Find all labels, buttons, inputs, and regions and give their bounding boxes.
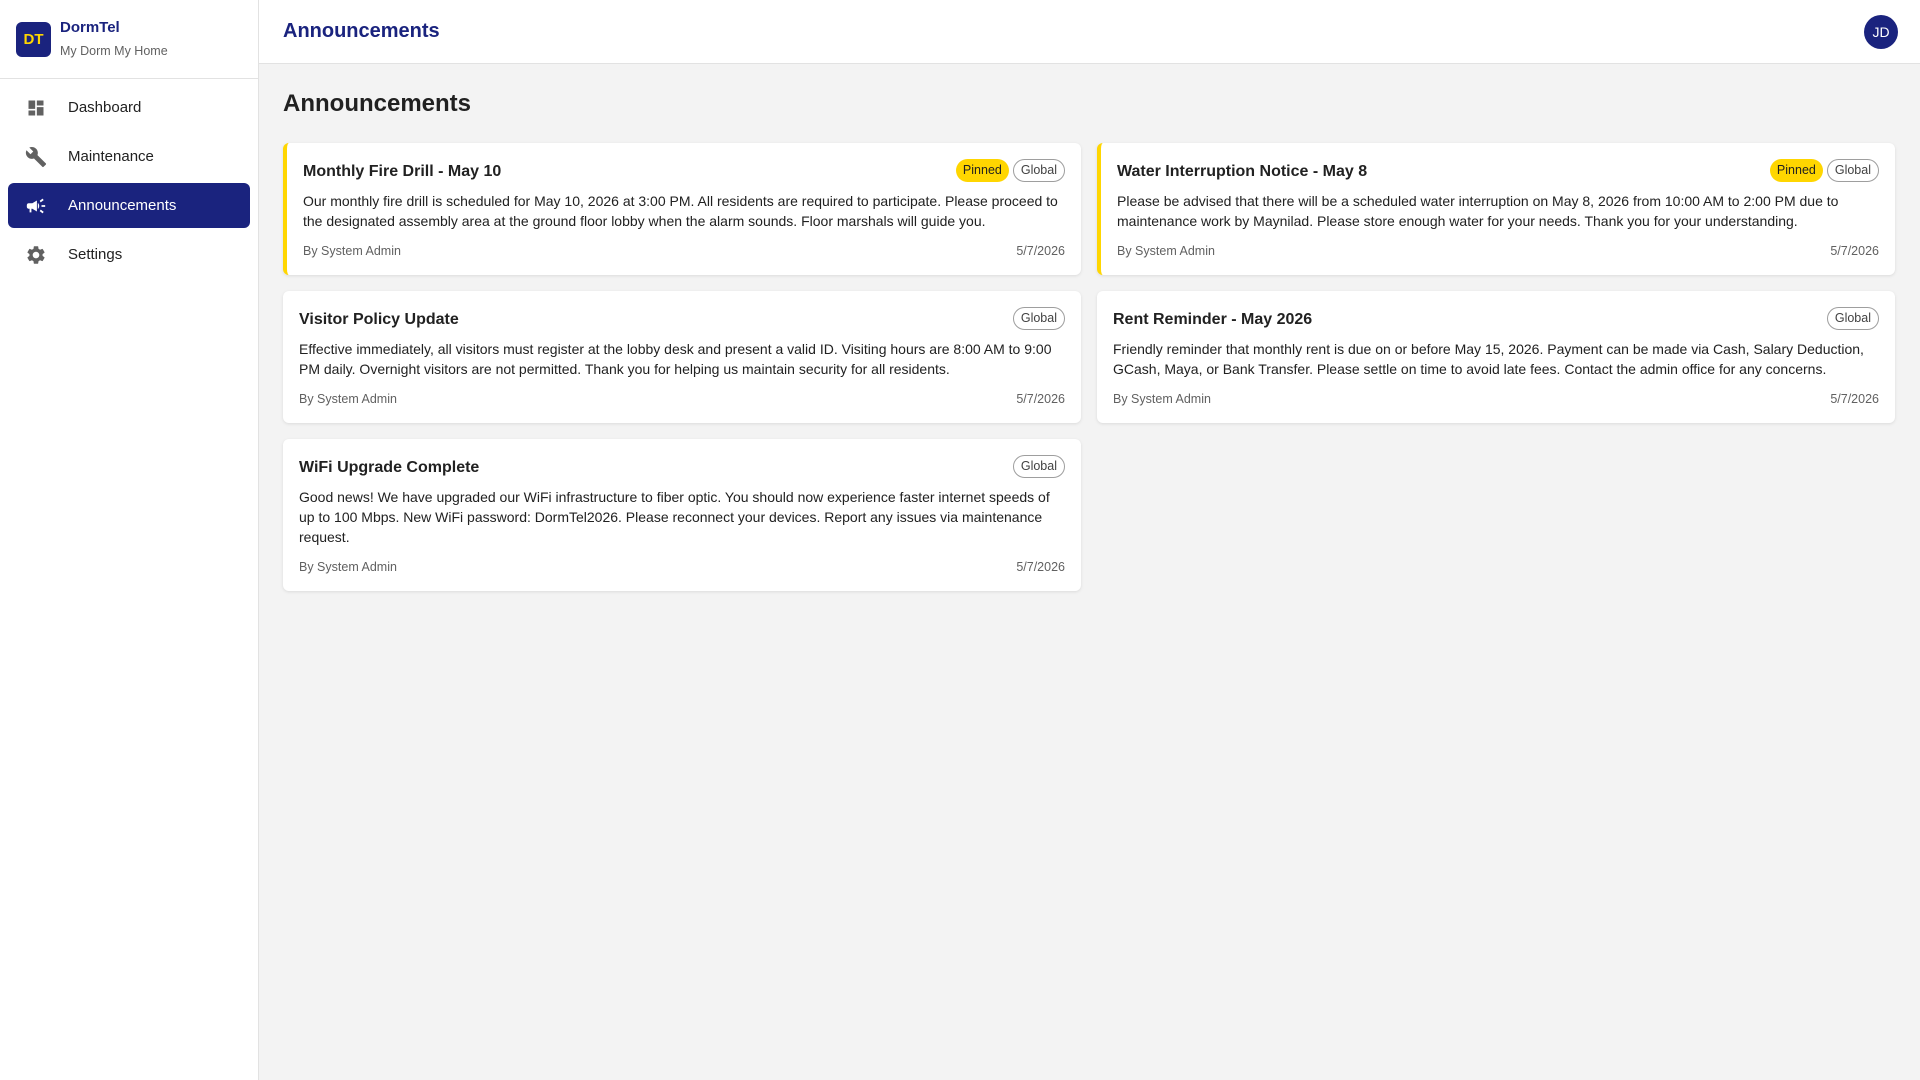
pinned-badge: Pinned (955, 159, 1009, 182)
brand: DT DormTel My Dorm My Home (0, 0, 258, 79)
announcement-title: Rent Reminder - May 2026 (1113, 311, 1313, 328)
card-footer: By System Admin 5/7/2026 (299, 559, 1065, 575)
badge-group: Global (1826, 307, 1879, 330)
scope-badge: Global (1012, 159, 1065, 182)
announcement-body: Our monthly fire drill is scheduled for … (303, 193, 1058, 229)
topbar: Announcements JD (259, 0, 1920, 64)
page-title: Announcements (283, 90, 472, 117)
card-footer: By System Admin 5/7/2026 (299, 391, 1065, 407)
announcement-date: 5/7/2026 (1016, 392, 1065, 406)
announcement-title: Monthly Fire Drill - May 10 (303, 163, 502, 180)
announcement-title: Water Interruption Notice - May 8 (1117, 163, 1368, 180)
announcement-body: Please be advised that there will be a s… (1117, 193, 1839, 229)
scope-badge: Global (1826, 159, 1879, 182)
dashboard-icon (25, 97, 47, 119)
card-footer: By System Admin 5/7/2026 (1113, 391, 1879, 407)
announcement-card[interactable]: Rent Reminder - May 2026 Global Friendly… (1097, 291, 1895, 423)
announcement-grid: Monthly Fire Drill - May 10 Pinned Globa… (283, 143, 1896, 591)
card-header: Rent Reminder - May 2026 Global (1113, 307, 1879, 331)
announcement-card[interactable]: Water Interruption Notice - May 8 Pinned… (1097, 143, 1895, 275)
content: Announcements Monthly Fire Drill - May 1… (259, 64, 1920, 617)
badge-group: Pinned Global (955, 159, 1065, 182)
card-header: Monthly Fire Drill - May 10 Pinned Globa… (303, 159, 1065, 183)
gear-icon (25, 244, 47, 266)
sidebar-item-label: Settings (68, 246, 123, 263)
announcement-author: By System Admin (299, 392, 397, 406)
main-area: Announcements JD Announcements Monthly F… (259, 0, 1920, 1080)
scope-badge: Global (1826, 307, 1879, 330)
announcement-column-left: Monthly Fire Drill - May 10 Pinned Globa… (283, 143, 1081, 591)
sidebar-item-dashboard[interactable]: Dashboard (8, 85, 250, 130)
sidebar-item-label: Maintenance (68, 148, 154, 165)
announcement-author: By System Admin (303, 244, 401, 258)
brand-logo: DT (16, 21, 51, 57)
wrench-icon (25, 146, 47, 168)
announcement-card[interactable]: Monthly Fire Drill - May 10 Pinned Globa… (283, 143, 1081, 275)
announcement-body: Effective immediately, all visitors must… (299, 341, 1052, 377)
sidebar-item-label: Announcements (68, 197, 177, 214)
sidebar-item-maintenance[interactable]: Maintenance (8, 134, 250, 179)
announcement-body: Friendly reminder that monthly rent is d… (1113, 341, 1864, 377)
brand-text: DormTel My Dorm My Home (60, 18, 168, 60)
badge-group: Global (1012, 307, 1065, 330)
card-footer: By System Admin 5/7/2026 (1117, 243, 1879, 259)
sidebar-item-label: Dashboard (68, 99, 142, 116)
sidebar-item-announcements[interactable]: Announcements (8, 183, 250, 228)
announcement-card[interactable]: Visitor Policy Update Global Effective i… (283, 291, 1081, 423)
megaphone-icon (25, 195, 47, 217)
card-header: Water Interruption Notice - May 8 Pinned… (1117, 159, 1879, 183)
pinned-badge: Pinned (1769, 159, 1823, 182)
announcement-author: By System Admin (299, 560, 397, 574)
announcement-card[interactable]: WiFi Upgrade Complete Global Good news! … (283, 439, 1081, 591)
sidebar-nav: Dashboard Maintenance Announcements Sett… (0, 79, 258, 287)
card-header: Visitor Policy Update Global (299, 307, 1065, 331)
topbar-title: Announcements (283, 20, 440, 42)
sidebar-item-settings[interactable]: Settings (8, 232, 250, 277)
announcement-column-right: Water Interruption Notice - May 8 Pinned… (1097, 143, 1895, 423)
announcement-date: 5/7/2026 (1016, 560, 1065, 574)
brand-name: DormTel (60, 19, 120, 36)
announcement-date: 5/7/2026 (1830, 392, 1879, 406)
scope-badge: Global (1012, 455, 1065, 478)
announcement-author: By System Admin (1117, 244, 1215, 258)
announcement-author: By System Admin (1113, 392, 1211, 406)
scope-badge: Global (1012, 307, 1065, 330)
announcement-title: WiFi Upgrade Complete (299, 459, 480, 476)
avatar[interactable]: JD (1864, 14, 1898, 49)
badge-group: Global (1012, 455, 1065, 478)
announcement-date: 5/7/2026 (1016, 244, 1065, 258)
announcement-title: Visitor Policy Update (299, 311, 459, 328)
announcement-body: Good news! We have upgraded our WiFi inf… (299, 489, 1050, 545)
card-header: WiFi Upgrade Complete Global (299, 455, 1065, 479)
sidebar: DT DormTel My Dorm My Home Dashboard Mai… (0, 0, 259, 1080)
badge-group: Pinned Global (1769, 159, 1879, 182)
brand-tagline: My Dorm My Home (60, 44, 168, 58)
announcement-date: 5/7/2026 (1830, 244, 1879, 258)
card-footer: By System Admin 5/7/2026 (303, 243, 1065, 259)
app-root: DT DormTel My Dorm My Home Dashboard Mai… (0, 0, 1920, 1080)
